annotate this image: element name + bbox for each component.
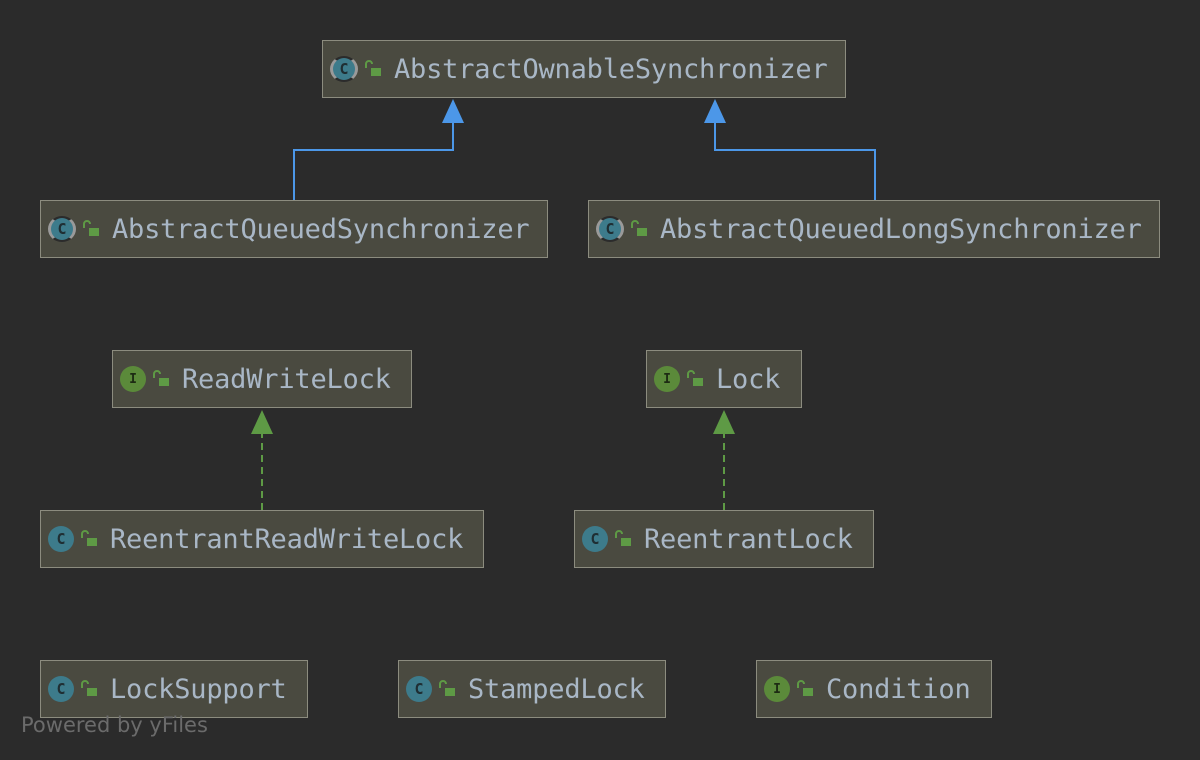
abstract-class-icon: C (596, 216, 624, 242)
node-read-write-lock[interactable]: I ReadWriteLock (112, 350, 412, 408)
abstract-class-icon: C (330, 56, 358, 82)
node-label: ReadWriteLock (182, 363, 391, 395)
node-abstract-ownable-synchronizer[interactable]: C AbstractOwnableSynchronizer (322, 40, 846, 98)
node-label: AbstractQueuedLongSynchronizer (660, 213, 1142, 245)
edge-implements-rl-lock (713, 410, 735, 510)
node-label: ReentrantReadWriteLock (110, 523, 464, 555)
lock-open-icon (81, 680, 97, 696)
lock-open-icon (153, 370, 169, 386)
class-icon: C (48, 676, 74, 702)
node-label: Condition (826, 673, 971, 705)
node-label: ReentrantLock (644, 523, 853, 555)
node-label: StampedLock (468, 673, 645, 705)
node-label: AbstractOwnableSynchronizer (394, 53, 828, 85)
extends-arrowhead (704, 99, 726, 123)
lock-open-icon (631, 220, 647, 236)
interface-icon: I (120, 366, 146, 392)
node-condition[interactable]: I Condition (756, 660, 992, 718)
node-label: AbstractQueuedSynchronizer (112, 213, 530, 245)
interface-icon: I (764, 676, 790, 702)
extends-arrowhead (442, 99, 464, 123)
node-reentrant-lock[interactable]: C ReentrantLock (574, 510, 874, 568)
class-icon: C (582, 526, 608, 552)
lock-open-icon (439, 680, 455, 696)
node-abstract-queued-synchronizer[interactable]: C AbstractQueuedSynchronizer (40, 200, 548, 258)
lock-open-icon (81, 530, 97, 546)
powered-by-footer: Powered by yFiles (21, 713, 208, 737)
uml-diagram-canvas: C AbstractOwnableSynchronizer C Abstract… (0, 0, 1200, 760)
node-stamped-lock[interactable]: C StampedLock (398, 660, 666, 718)
lock-open-icon (797, 680, 813, 696)
lock-open-icon (365, 60, 381, 76)
class-icon: C (48, 526, 74, 552)
node-lock[interactable]: I Lock (646, 350, 802, 408)
implements-arrowhead (713, 410, 735, 434)
node-reentrant-read-write-lock[interactable]: C ReentrantReadWriteLock (40, 510, 484, 568)
node-lock-support[interactable]: C LockSupport (40, 660, 308, 718)
abstract-class-icon: C (48, 216, 76, 242)
lock-open-icon (615, 530, 631, 546)
lock-open-icon (687, 370, 703, 386)
node-label: LockSupport (110, 673, 287, 705)
implements-arrowhead (251, 410, 273, 434)
edge-extends-aqs-aos (293, 99, 464, 200)
lock-open-icon (83, 220, 99, 236)
edge-implements-rrwl-rwl (251, 410, 273, 510)
node-abstract-queued-long-synchronizer[interactable]: C AbstractQueuedLongSynchronizer (588, 200, 1160, 258)
node-label: Lock (716, 363, 781, 395)
interface-icon: I (654, 366, 680, 392)
class-icon: C (406, 676, 432, 702)
edge-extends-aqls-aos (704, 99, 876, 200)
